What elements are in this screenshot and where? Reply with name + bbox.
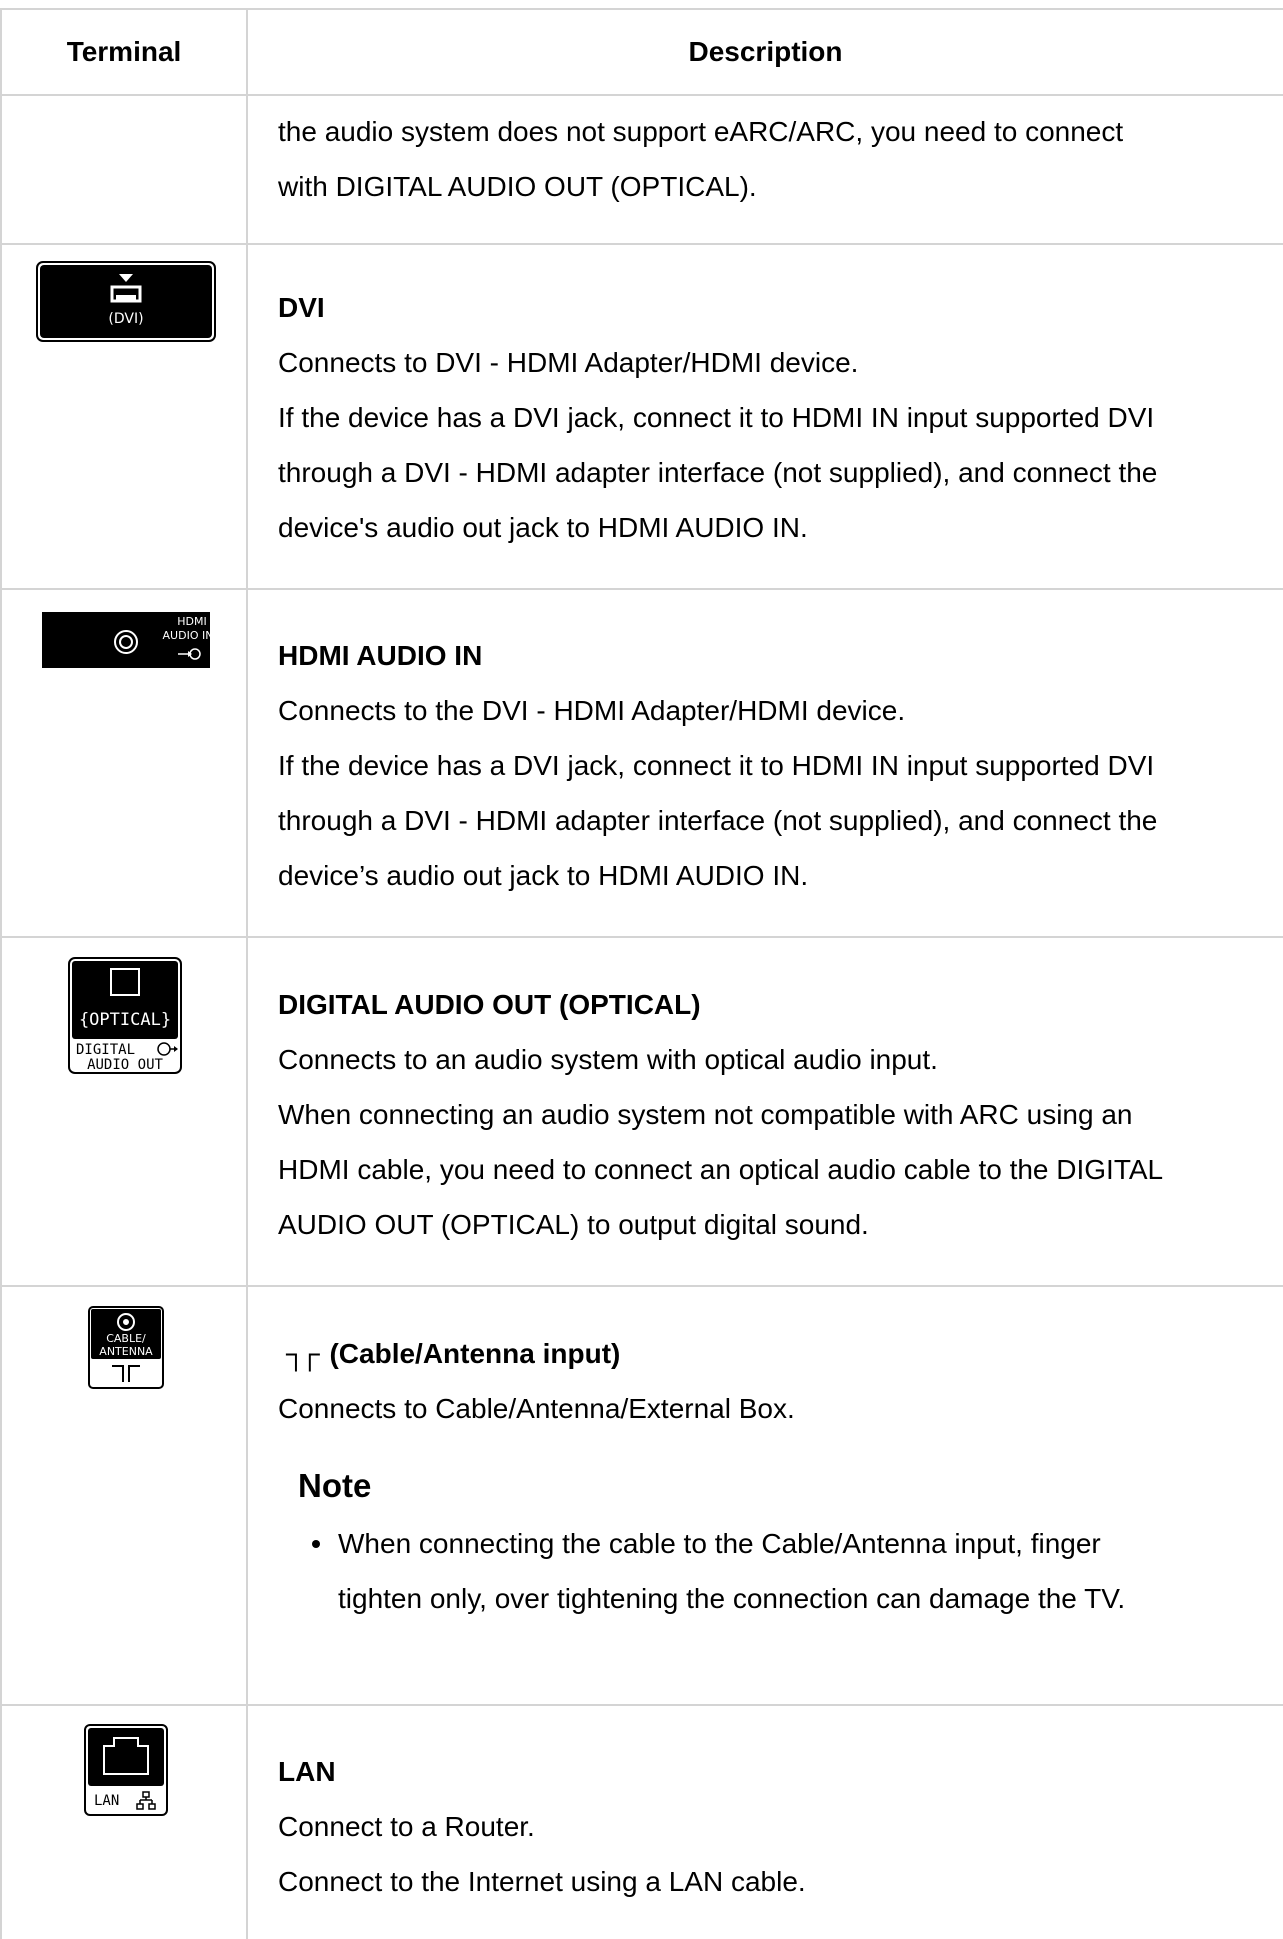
cable-antenna-port-icon: CABLE/ ANTENNA [88,1306,164,1389]
row-divider [0,936,1283,938]
description-line: HDMI cable, you need to connect an optic… [278,1154,1164,1185]
header-description: Description [688,36,843,67]
antenna-symbol-icon: ┐┌ [286,1338,320,1369]
table-row: ┐┌ (Cable/Antenna input) Connects to Cab… [278,1326,1268,1626]
lan-port-icon: LAN [84,1724,168,1816]
optical-audio-out-port-icon: {OPTICAL} DIGITAL AUDIO OUT [68,957,182,1074]
description-line: Connects to DVI - HDMI Adapter/HDMI devi… [278,347,859,378]
description-line: Connect to a Router. [278,1811,535,1842]
row-title: DIGITAL AUDIO OUT (OPTICAL) [278,989,701,1020]
description-line: through a DVI - HDMI adapter interface (… [278,805,1158,836]
table-border-left [0,8,2,1939]
icon-label: AUDIO OUT [87,1057,163,1073]
terminal-table: Terminal Description the audio system do… [0,8,1283,1939]
description-line: AUDIO OUT (OPTICAL) to output digital so… [278,1209,869,1240]
icon-label: ANTENNA [99,1345,153,1358]
row-divider [0,588,1283,590]
icon-label: {OPTICAL} [79,1010,171,1030]
row-title: LAN [278,1756,336,1787]
note-line: tighten only, over tightening the connec… [338,1583,1126,1614]
description-line: with DIGITAL AUDIO OUT (OPTICAL). [278,171,757,202]
description-line: If the device has a DVI jack, connect it… [278,750,1155,781]
hdmi-dvi-port-icon: (DVI) [36,261,216,342]
note-title: Note [298,1467,372,1504]
icon-label: HDMI [177,615,206,628]
description-line: device’s audio out jack to HDMI AUDIO IN… [278,860,809,891]
hdmi-audio-in-port-icon: HDMI AUDIO IN [42,612,210,668]
row-divider [0,243,1283,245]
row-divider [0,1704,1283,1706]
description-line: the audio system does not support eARC/A… [278,116,1124,147]
row-title: ┐┌ (Cable/Antenna input) [286,1338,621,1369]
row-title: HDMI AUDIO IN [278,640,483,671]
icon-label: AUDIO IN [163,629,210,642]
description-line: Connects to the DVI - HDMI Adapter/HDMI … [278,695,906,726]
table-row: the audio system does not support eARC/A… [278,104,1268,214]
description-line: Connect to the Internet using a LAN cabl… [278,1866,806,1897]
icon-label: (DVI) [108,311,143,327]
description-line: Connects to Cable/Antenna/External Box. [278,1393,795,1424]
description-line: Connects to an audio system with optical… [278,1044,938,1075]
icon-label: CABLE/ [106,1332,146,1345]
table-row: HDMI AUDIO IN Connects to the DVI - HDMI… [278,628,1268,903]
description-line: device's audio out jack to HDMI AUDIO IN… [278,512,808,543]
icon-label: LAN [94,1793,119,1809]
table-row: DIGITAL AUDIO OUT (OPTICAL) Connects to … [278,977,1268,1252]
table-row: LAN Connect to a Router. Connect to the … [278,1744,1268,1909]
row-title: DVI [278,292,325,323]
description-line: When connecting an audio system not comp… [278,1099,1133,1130]
note-line: When connecting the cable to the Cable/A… [338,1528,1101,1559]
description-line: If the device has a DVI jack, connect it… [278,402,1155,433]
table-row: DVI Connects to DVI - HDMI Adapter/HDMI … [278,280,1268,555]
note-list: When connecting the cable to the Cable/A… [298,1516,1268,1626]
column-divider [246,8,248,1939]
description-line: through a DVI - HDMI adapter interface (… [278,457,1158,488]
row-divider [0,1285,1283,1287]
note-item: When connecting the cable to the Cable/A… [298,1516,1268,1626]
icon-label: DIGITAL [76,1042,135,1058]
header-terminal: Terminal [66,36,182,67]
